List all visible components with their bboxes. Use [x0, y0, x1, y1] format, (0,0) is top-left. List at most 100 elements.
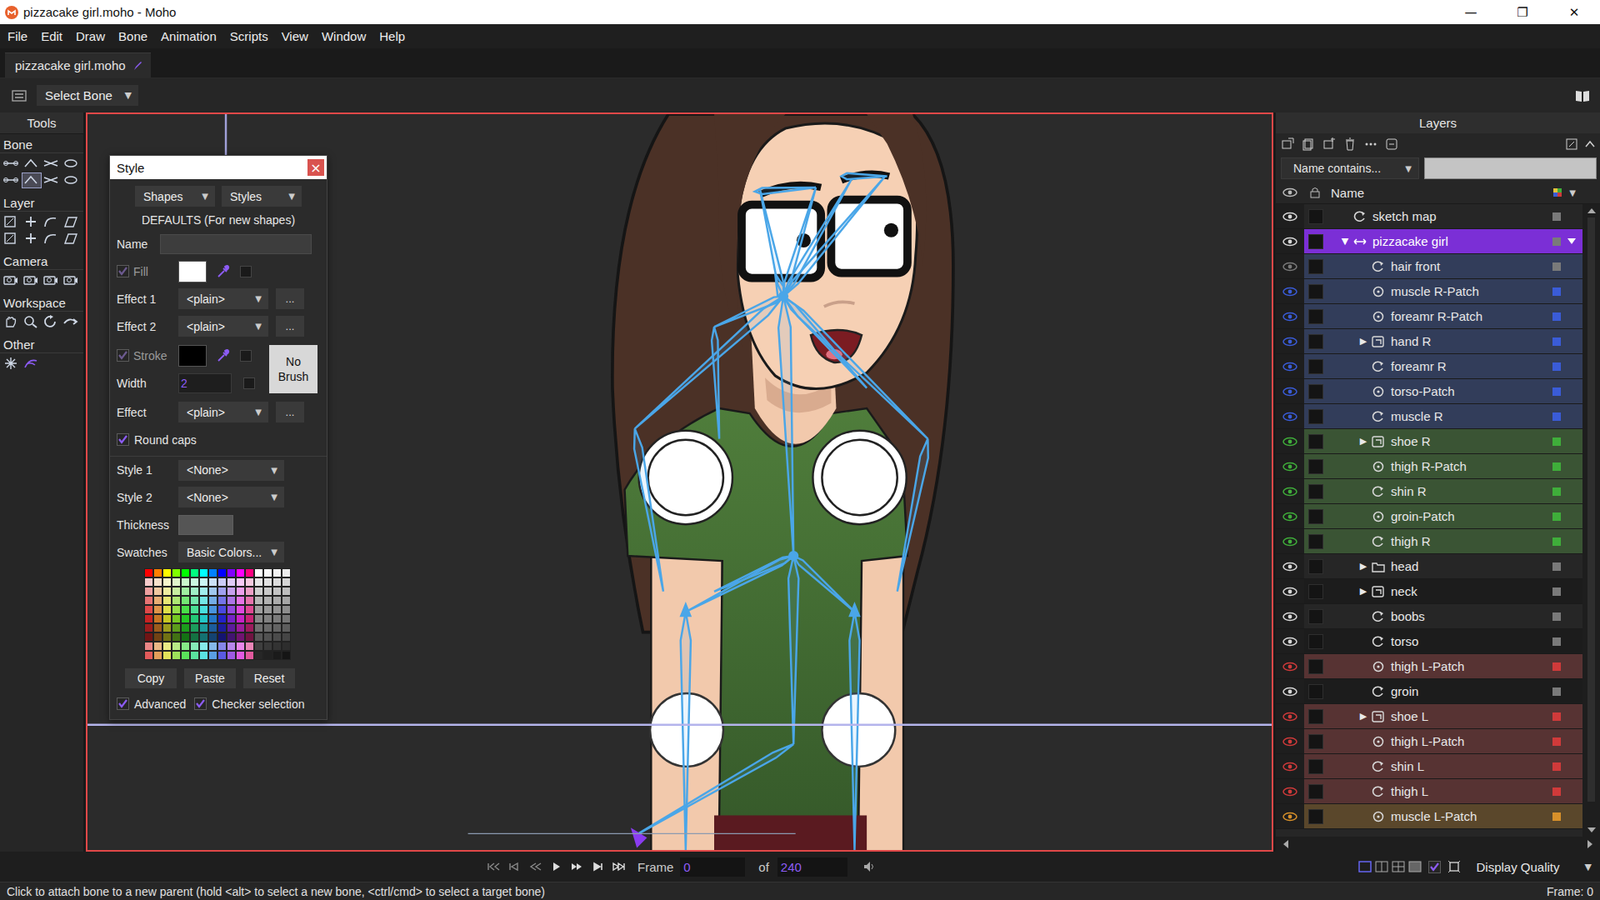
palette-swatch[interactable]	[263, 595, 273, 605]
eye-icon[interactable]	[1282, 511, 1298, 522]
palette-swatch[interactable]	[254, 595, 264, 605]
tool-icon[interactable]	[22, 231, 41, 246]
horizontal-scrollbar[interactable]	[1275, 836, 1600, 852]
eye-icon[interactable]	[1282, 686, 1298, 697]
eye-icon[interactable]	[1282, 761, 1298, 772]
eye-icon[interactable]	[1282, 336, 1298, 347]
palette-swatch[interactable]	[217, 577, 227, 587]
split-view-icon[interactable]	[1375, 860, 1389, 873]
tool-icon[interactable]	[42, 156, 61, 171]
filter-input[interactable]	[1424, 157, 1597, 180]
delete-layer-icon[interactable]	[1343, 137, 1357, 151]
eye-icon[interactable]	[1282, 386, 1298, 397]
palette-swatch[interactable]	[208, 632, 218, 642]
tool-icon[interactable]	[22, 215, 41, 230]
menu-item[interactable]: Draw	[69, 29, 112, 44]
palette-swatch[interactable]	[153, 614, 163, 624]
tool-icon[interactable]	[2, 156, 21, 171]
tool-icon[interactable]	[2, 315, 21, 330]
palette-swatch[interactable]	[208, 623, 218, 633]
palette-swatch[interactable]	[245, 568, 255, 578]
step-forward-icon[interactable]	[570, 860, 585, 874]
eye-icon[interactable]	[1282, 361, 1298, 372]
eye-icon[interactable]	[1282, 486, 1298, 497]
palette-swatch[interactable]	[144, 586, 154, 596]
palette-swatch[interactable]	[153, 632, 163, 642]
menu-item[interactable]: File	[0, 29, 35, 44]
dropdown-arrow[interactable]: ▼	[1585, 861, 1592, 873]
tool-icon[interactable]	[42, 315, 61, 330]
quad-view-icon[interactable]	[1391, 860, 1405, 873]
eye-icon[interactable]	[1282, 436, 1298, 447]
stroke-width-input[interactable]	[178, 373, 232, 394]
lock-toggle[interactable]	[1308, 209, 1324, 225]
lock-toggle[interactable]	[1308, 434, 1324, 450]
collapse-icon[interactable]	[1585, 139, 1595, 150]
eye-icon[interactable]	[1282, 536, 1298, 547]
layer-row[interactable]: ▶shoe L	[1275, 704, 1583, 730]
palette-swatch[interactable]	[180, 595, 190, 605]
palette-swatch[interactable]	[272, 595, 282, 605]
scroll-left-icon[interactable]	[1282, 840, 1290, 849]
palette-swatch[interactable]	[245, 586, 255, 596]
palette-swatch[interactable]	[226, 586, 236, 596]
expand-toggle[interactable]: ▼	[1337, 235, 1353, 247]
palette-swatch[interactable]	[254, 568, 264, 578]
palette-swatch[interactable]	[190, 632, 200, 642]
palette-swatch[interactable]	[281, 568, 291, 578]
palette-swatch[interactable]	[199, 586, 209, 596]
palette-swatch[interactable]	[171, 586, 181, 596]
lock-toggle[interactable]	[1308, 334, 1324, 350]
palette-swatch[interactable]	[208, 605, 218, 615]
palette-swatch[interactable]	[263, 577, 273, 587]
eye-icon[interactable]	[1282, 461, 1298, 472]
palette-swatch[interactable]	[226, 623, 236, 633]
palette-swatch[interactable]	[235, 614, 245, 624]
effect-options-button[interactable]: ...	[275, 288, 305, 310]
eye-icon[interactable]	[1282, 611, 1298, 622]
palette-swatch[interactable]	[245, 595, 255, 605]
palette-swatch[interactable]	[190, 605, 200, 615]
palette-swatch[interactable]	[153, 650, 163, 660]
palette-swatch[interactable]	[281, 586, 291, 596]
option-checkbox[interactable]	[116, 697, 130, 710]
lock-toggle[interactable]	[1308, 659, 1324, 675]
menu-item[interactable]: Bone	[111, 29, 155, 44]
lock-toggle[interactable]	[1308, 684, 1324, 700]
palette-swatch[interactable]	[180, 586, 190, 596]
palette-swatch[interactable]	[180, 568, 190, 578]
palette-swatch[interactable]	[226, 632, 236, 642]
palette-swatch[interactable]	[235, 641, 245, 651]
tool-icon[interactable]	[42, 173, 61, 188]
palette-swatch[interactable]	[217, 632, 227, 642]
lock-toggle[interactable]	[1308, 259, 1324, 275]
palette-swatch[interactable]	[254, 577, 264, 587]
tool-icon[interactable]	[42, 231, 61, 246]
layer-row[interactable]: ▶shoe R	[1275, 429, 1583, 455]
round-caps-checkbox[interactable]	[116, 433, 130, 446]
palette-swatch[interactable]	[171, 632, 181, 642]
palette-swatch[interactable]	[144, 632, 154, 642]
play-icon[interactable]	[549, 860, 564, 874]
effect-dropdown[interactable]: <plain>▼	[178, 288, 269, 310]
palette-swatch[interactable]	[190, 623, 200, 633]
layer-row[interactable]: sketch map	[1275, 204, 1583, 230]
effect-dropdown[interactable]: <plain>▼	[178, 401, 269, 423]
palette-swatch[interactable]	[235, 586, 245, 596]
palette-swatch[interactable]	[144, 623, 154, 633]
palette-swatch[interactable]	[263, 586, 273, 596]
book-icon[interactable]	[1575, 89, 1590, 103]
palette-swatch[interactable]	[199, 577, 209, 587]
palette-swatch[interactable]	[226, 650, 236, 660]
option-checkbox[interactable]	[194, 697, 207, 710]
palette-swatch[interactable]	[254, 623, 264, 633]
expand-toggle[interactable]: ▶	[1355, 435, 1371, 447]
row-menu-icon[interactable]	[1567, 238, 1576, 245]
palette-swatch[interactable]	[281, 623, 291, 633]
speaker-icon[interactable]	[862, 860, 876, 874]
palette-swatch[interactable]	[263, 568, 273, 578]
frame-field[interactable]: 0	[680, 857, 745, 877]
eye-icon[interactable]	[1282, 286, 1298, 297]
tool-icon[interactable]	[2, 273, 21, 288]
layer-settings-icon[interactable]	[1385, 137, 1399, 151]
